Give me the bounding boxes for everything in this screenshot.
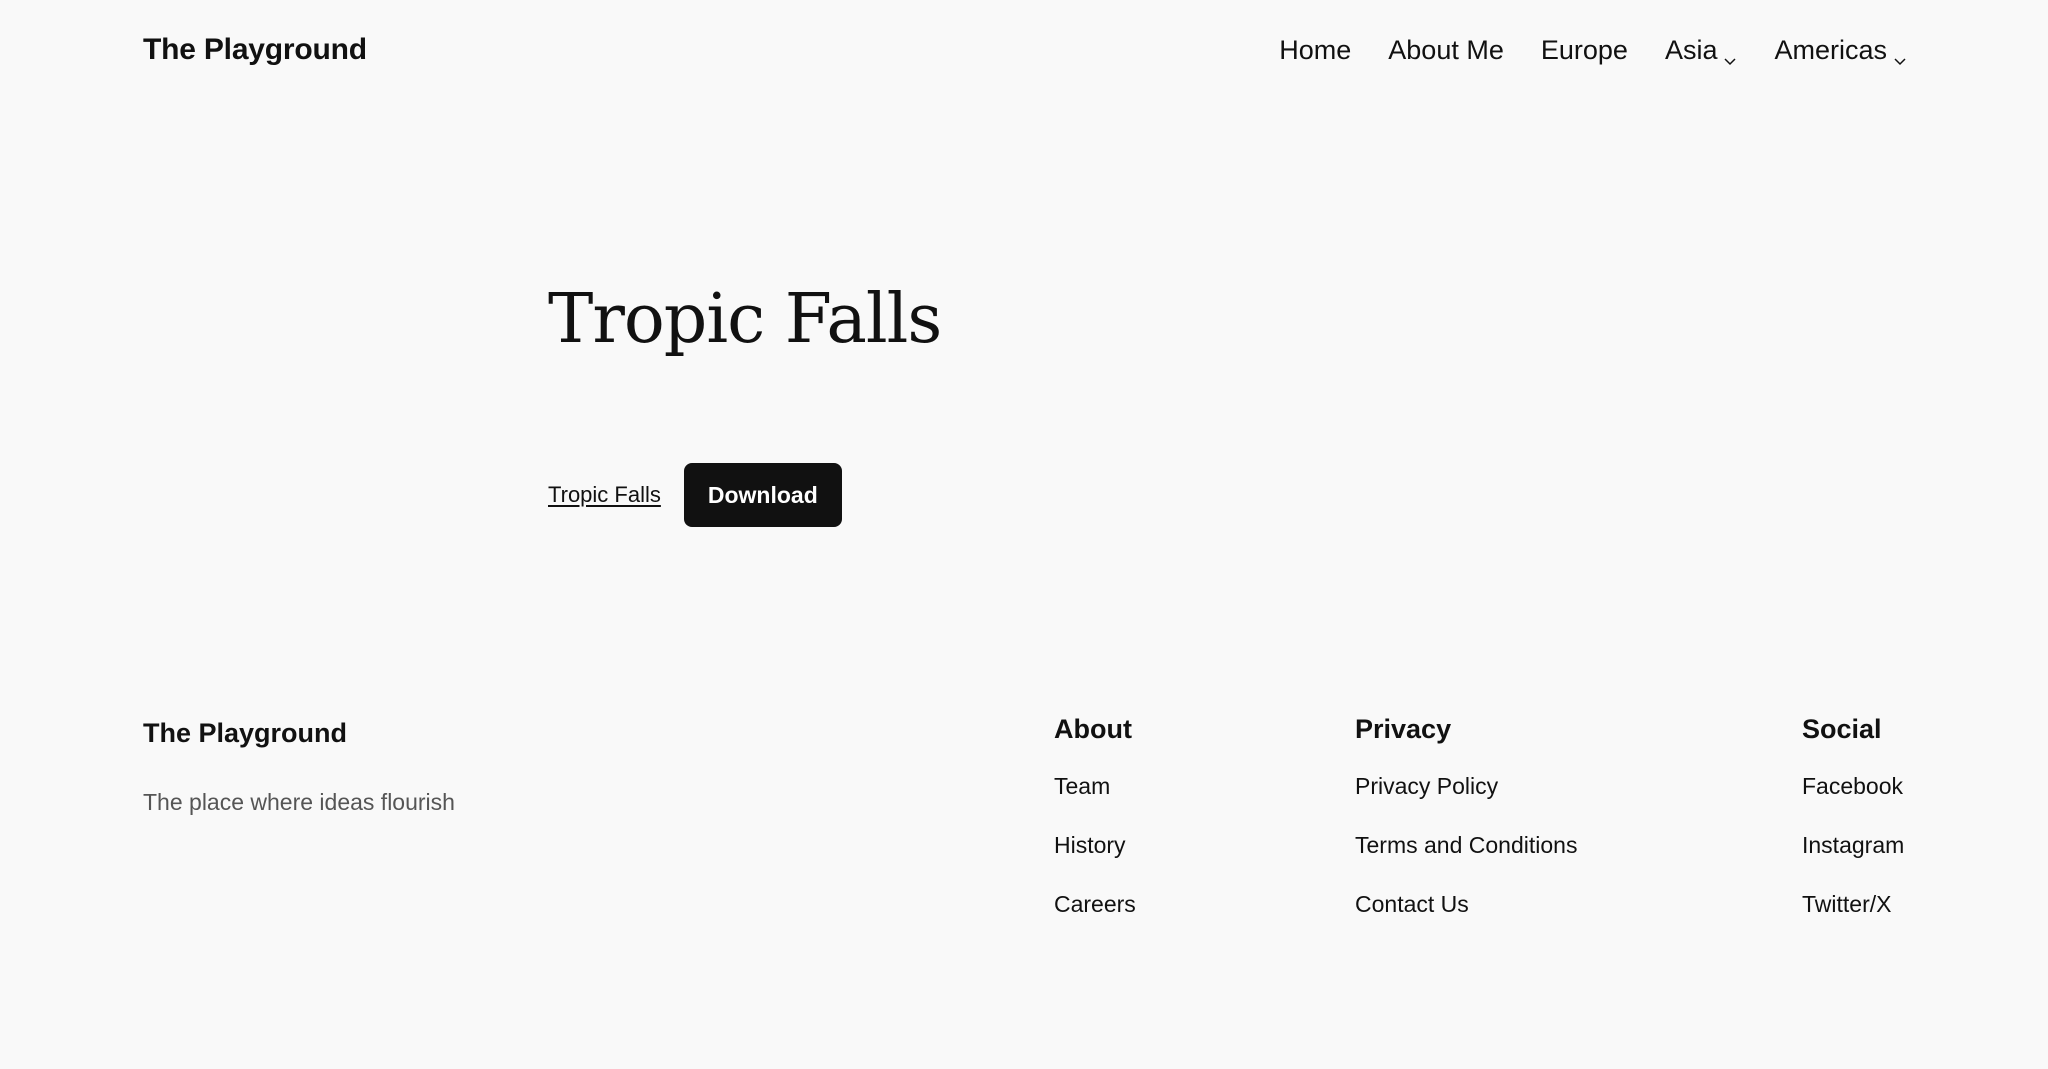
footer-link-facebook[interactable]: Facebook (1802, 772, 1904, 831)
footer-column-social: Social Facebook Instagram Twitter/X (1802, 714, 1904, 949)
nav-item-label: Americas (1774, 34, 1887, 65)
nav-item-asia[interactable]: Asia (1665, 35, 1738, 66)
footer-tagline: The place where ideas flourish (143, 789, 455, 815)
nav-item-label: Home (1279, 34, 1352, 65)
footer-column-heading: Social (1802, 714, 1882, 744)
footer-column-privacy: Privacy Privacy Policy Terms and Conditi… (1355, 714, 1577, 949)
nav-item-americas[interactable]: Americas (1774, 35, 1907, 66)
footer-column-about: About Team History Careers (1054, 714, 1136, 949)
nav-item-label: Asia (1664, 34, 1718, 65)
site-title-link[interactable]: The Playground (143, 33, 367, 67)
nav-item-label: Europe (1540, 34, 1628, 65)
nav-item-europe[interactable]: Europe (1541, 35, 1628, 66)
footer-column-heading: Privacy (1355, 714, 1452, 744)
footer-link-instagram[interactable]: Instagram (1802, 831, 1904, 890)
nav-item-about-me[interactable]: About Me (1388, 35, 1504, 66)
main-navigation: Home About Me Europe Asia Americas (1279, 35, 1907, 66)
footer-link-careers[interactable]: Careers (1054, 890, 1136, 949)
footer-column-heading: About (1054, 714, 1132, 744)
footer-link-contact[interactable]: Contact Us (1355, 890, 1577, 949)
chevron-down-icon[interactable] (1893, 44, 1907, 66)
site-header: The Playground Home About Me Europe Asia… (143, 28, 1907, 72)
footer-link-privacy-policy[interactable]: Privacy Policy (1355, 772, 1577, 831)
footer-brand: The Playground The place where ideas flo… (143, 718, 455, 816)
chevron-down-icon[interactable] (1723, 44, 1737, 66)
footer-link-twitter[interactable]: Twitter/X (1802, 890, 1904, 949)
page-title: Tropic Falls (548, 280, 942, 359)
footer-site-title[interactable]: The Playground (143, 718, 455, 749)
footer-link-history[interactable]: History (1054, 831, 1136, 890)
file-link[interactable]: Tropic Falls (548, 482, 661, 508)
footer-link-terms[interactable]: Terms and Conditions (1355, 831, 1577, 890)
download-button[interactable]: Download (683, 463, 842, 527)
nav-item-home[interactable]: Home (1279, 35, 1351, 66)
footer-link-team[interactable]: Team (1054, 772, 1136, 831)
file-block: Tropic Falls Download (548, 463, 842, 527)
nav-item-label: About Me (1388, 34, 1504, 65)
